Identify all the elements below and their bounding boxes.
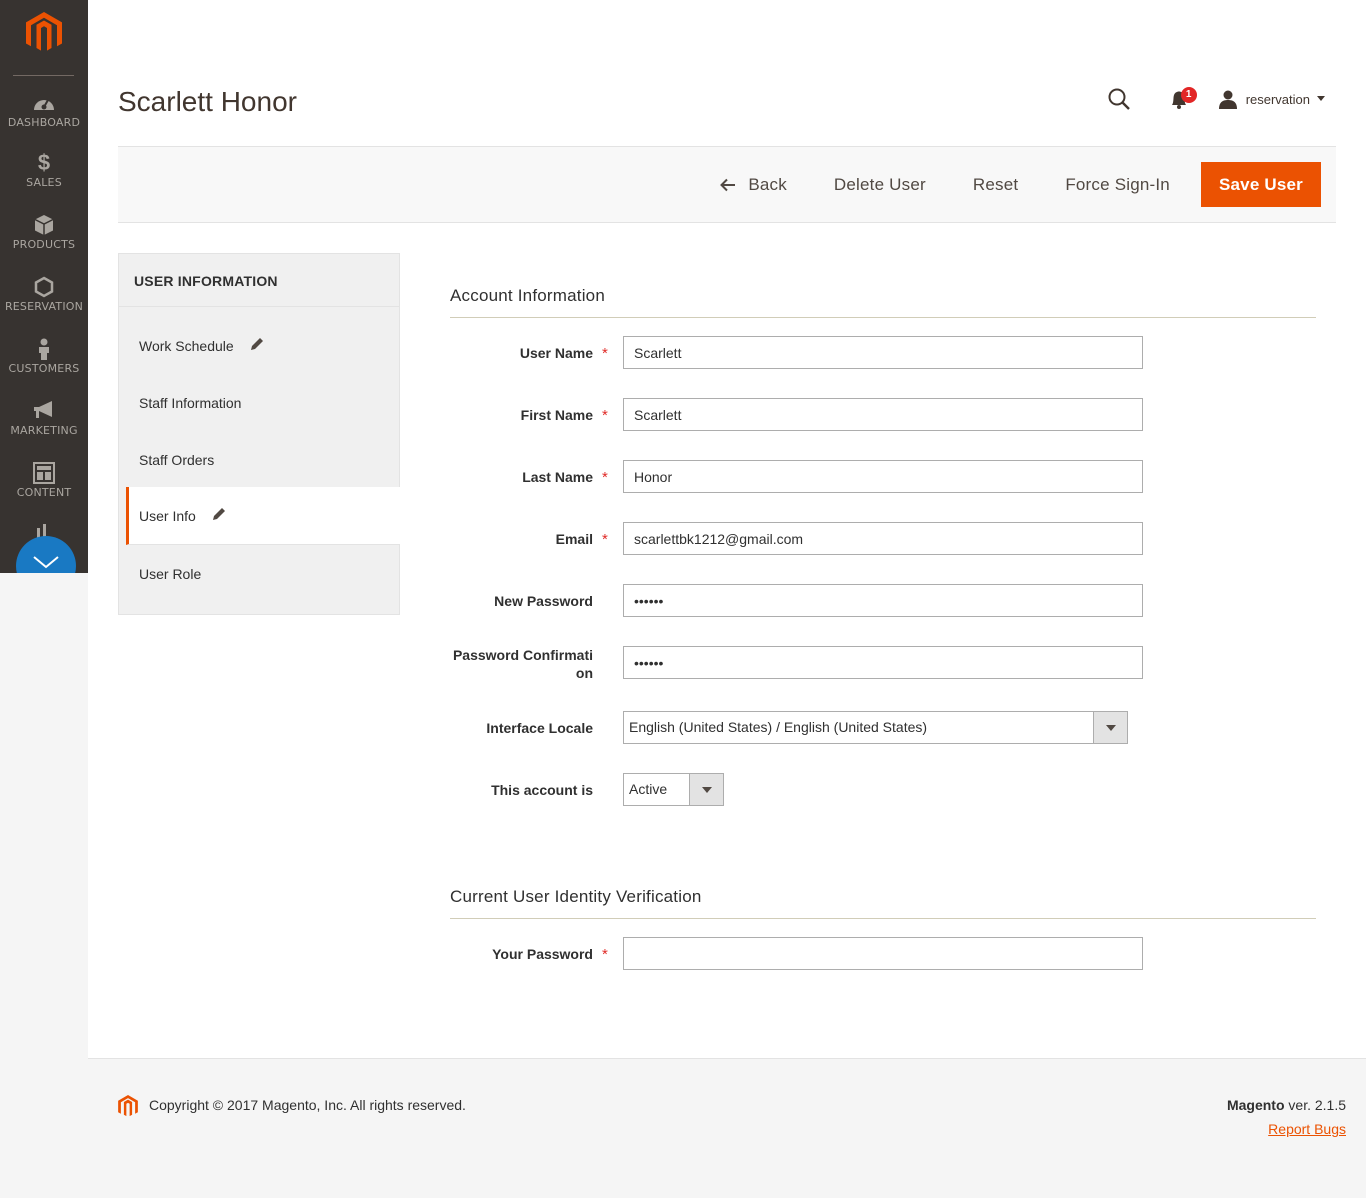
tab-label: Work Schedule: [139, 337, 234, 354]
nav-item-marketing[interactable]: MARKETING: [0, 398, 88, 458]
tab-label: Staff Information: [139, 394, 242, 411]
required-marker: *: [602, 946, 608, 963]
nav-item-sales[interactable]: $ SALES: [0, 150, 88, 210]
nav-label: RESERVATION: [4, 300, 84, 313]
megaphone-icon: [0, 400, 88, 422]
select-value: English (United States) / English (Unite…: [629, 719, 928, 735]
new-password-label: New Password: [494, 593, 593, 609]
required-marker: *: [602, 531, 608, 548]
lastname-label: Last Name: [522, 469, 593, 485]
required-marker: *: [602, 469, 608, 486]
account-username: reservation: [1245, 91, 1310, 107]
label-line-2: on: [575, 665, 593, 681]
search-icon: [1108, 88, 1130, 110]
required-marker: *: [602, 407, 608, 424]
tab-user-info[interactable]: User Info: [126, 487, 400, 545]
copyright-text: Copyright © 2017 Magento, Inc. All right…: [149, 1097, 466, 1113]
tab-label: Staff Orders: [139, 451, 215, 468]
nav-item-content[interactable]: CONTENT: [0, 460, 88, 520]
tab-work-schedule[interactable]: Work Schedule: [119, 317, 399, 374]
username-input[interactable]: [623, 336, 1143, 369]
your-password-input[interactable]: [623, 937, 1143, 970]
nav-divider: [13, 75, 74, 76]
nav-item-reservation[interactable]: RESERVATION: [0, 274, 88, 334]
verification-title: Current User Identity Verification: [450, 887, 702, 906]
pencil-icon: [212, 507, 226, 524]
header-actions: 1 reservation: [1104, 84, 1326, 114]
tab-label: User Info: [139, 507, 196, 524]
nav-label: CONTENT: [16, 486, 72, 499]
select-value: Active: [629, 781, 668, 797]
global-search-button[interactable]: [1104, 84, 1134, 114]
notifications-button[interactable]: 1: [1164, 84, 1197, 114]
nav-label: MARKETING: [10, 424, 78, 437]
label-line-1: Password Confirmati: [452, 647, 593, 663]
fieldset-divider: [450, 317, 1316, 318]
new-password-input[interactable]: [623, 584, 1143, 617]
back-label: Back: [748, 174, 787, 194]
account-status-label: This account is: [491, 782, 593, 798]
page-title: Scarlett Honor: [118, 86, 297, 117]
report-bugs-link[interactable]: Report Bugs: [1268, 1121, 1346, 1137]
tabs-title: USER INFORMATION: [119, 254, 399, 307]
arrow-left-icon: [720, 178, 736, 191]
account-information-title: Account Information: [450, 286, 605, 305]
box-icon: [0, 214, 88, 236]
version-info: Magento ver. 2.1.5: [1227, 1097, 1346, 1113]
interface-locale-select[interactable]: English (United States) / English (Unite…: [623, 711, 1128, 744]
nav-label: PRODUCTS: [12, 238, 76, 251]
hexagon-icon: [0, 276, 88, 298]
page-footer: Copyright © 2017 Magento, Inc. All right…: [88, 1058, 1366, 1198]
password-confirmation-label: Password Confirmati on: [450, 646, 593, 682]
magento-logo-icon: [26, 12, 62, 51]
nav-label: CUSTOMERS: [8, 362, 80, 375]
lastname-input[interactable]: [623, 460, 1143, 493]
account-menu-button[interactable]: reservation: [1218, 89, 1326, 109]
dropdown-arrow-icon: [1093, 712, 1127, 743]
email-label: Email: [555, 531, 593, 547]
dropdown-arrow-icon: [689, 774, 723, 805]
envelope-icon: [33, 556, 59, 569]
nav-label: SALES: [26, 176, 62, 189]
notification-count-badge: 1: [1180, 87, 1197, 103]
tab-label: User Role: [139, 565, 202, 582]
delete-user-button[interactable]: Delete User: [817, 162, 943, 207]
magento-footer-logo-icon: [118, 1095, 138, 1123]
nav-label: DASHBOARD: [7, 116, 81, 129]
page-actions-toolbar: Back Delete User Reset Force Sign-In Sav…: [118, 146, 1336, 223]
version-number: ver. 2.1.5: [1284, 1097, 1346, 1113]
password-confirmation-input[interactable]: [623, 646, 1143, 679]
magento-logo[interactable]: [0, 0, 88, 75]
required-marker: *: [602, 345, 608, 362]
brand-name: Magento: [1226, 1097, 1285, 1113]
save-user-button[interactable]: Save User: [1200, 162, 1321, 207]
admin-sidebar: DASHBOARD $ SALES PRODUCTS RESERVATION C…: [0, 0, 88, 573]
account-status-select[interactable]: Active: [623, 773, 724, 806]
force-signin-button[interactable]: Force Sign-In: [1048, 162, 1187, 207]
page-main: Scarlett Honor 1 reservation Back Delete…: [88, 0, 1366, 1058]
chevron-down-icon: [1317, 96, 1325, 101]
back-button[interactable]: Back: [703, 162, 804, 207]
tab-staff-information[interactable]: Staff Information: [119, 374, 399, 431]
email-input[interactable]: [623, 522, 1143, 555]
tab-user-role[interactable]: User Role: [119, 545, 399, 602]
tab-staff-orders[interactable]: Staff Orders: [119, 431, 399, 488]
layout-icon: [0, 462, 88, 484]
your-password-label: Your Password: [492, 946, 593, 962]
firstname-label: First Name: [520, 407, 593, 423]
nav-item-dashboard[interactable]: DASHBOARD: [0, 90, 88, 150]
dollar-icon: $: [37, 150, 51, 175]
pencil-icon: [250, 337, 264, 354]
reset-button[interactable]: Reset: [956, 162, 1035, 207]
user-icon: [1218, 90, 1237, 109]
dashboard-icon: [0, 92, 88, 114]
person-icon: [0, 338, 88, 360]
user-information-tabs: USER INFORMATION Work Schedule Staff Inf…: [118, 253, 400, 615]
fieldset-divider: [450, 918, 1316, 919]
firstname-input[interactable]: [623, 398, 1143, 431]
nav-item-products[interactable]: PRODUCTS: [0, 212, 88, 272]
username-label: User Name: [519, 345, 593, 361]
nav-item-customers[interactable]: CUSTOMERS: [0, 336, 88, 396]
interface-locale-label: Interface Locale: [486, 720, 593, 736]
